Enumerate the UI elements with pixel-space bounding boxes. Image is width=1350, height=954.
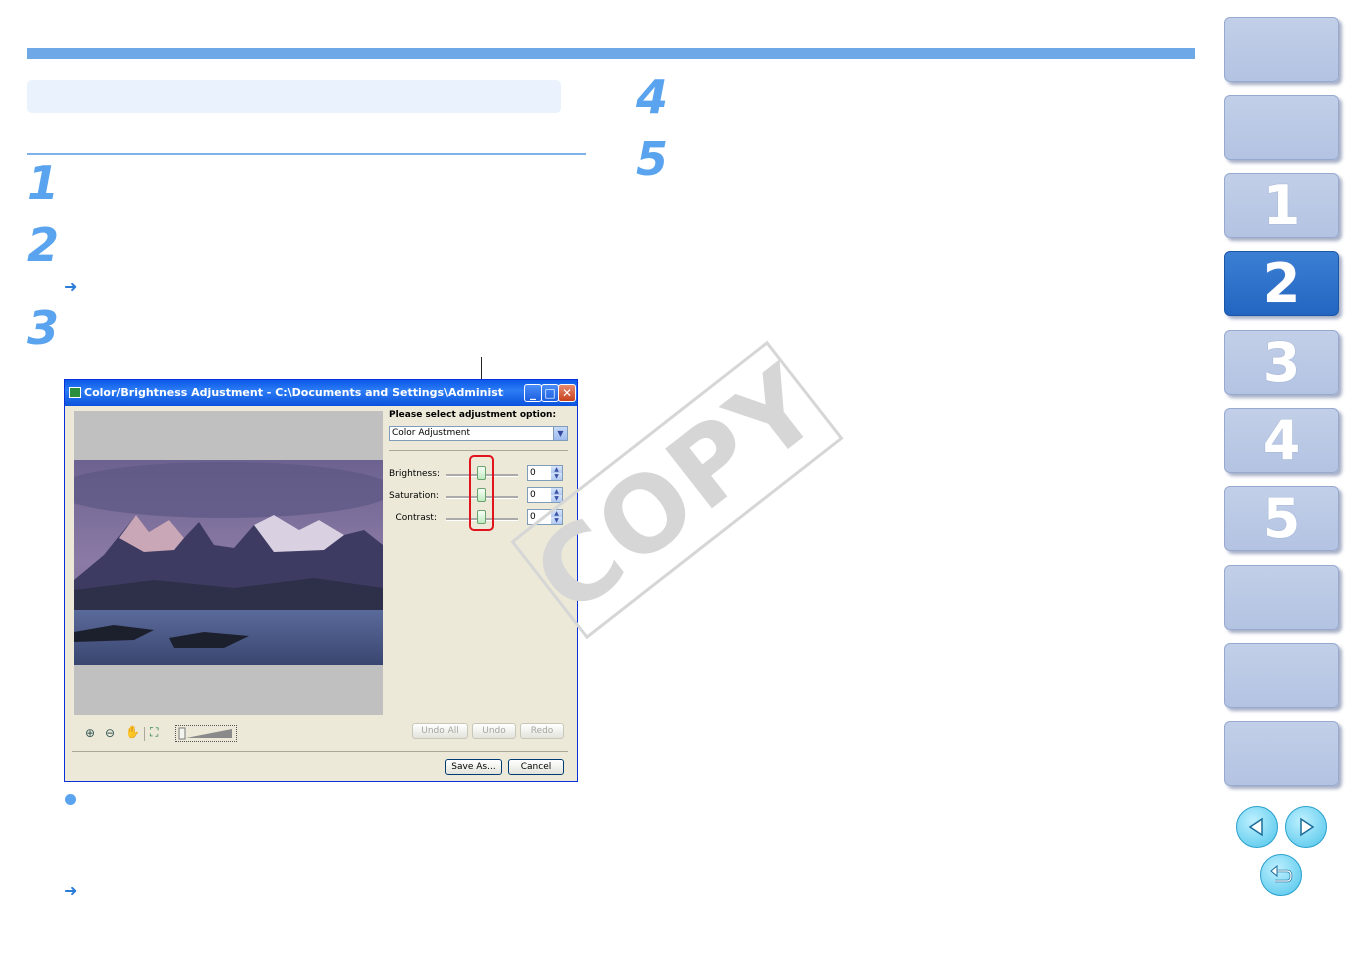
sidebar-tab-introduction[interactable] bbox=[1224, 95, 1339, 160]
zoom-slider[interactable] bbox=[175, 725, 237, 742]
toolbar-separator bbox=[144, 727, 145, 741]
result-arrow-icon: ➜ bbox=[64, 277, 78, 296]
sidebar-tab-5[interactable]: 5 bbox=[1224, 486, 1339, 551]
chevron-down-icon[interactable]: ▼ bbox=[553, 427, 567, 440]
step-1-number: 1 bbox=[27, 156, 60, 210]
minimize-button[interactable]: _ bbox=[524, 384, 542, 402]
contrast-value: 0 bbox=[530, 512, 536, 522]
sidebar-tab-2[interactable]: 2 bbox=[1224, 251, 1339, 316]
brightness-value: 0 bbox=[530, 468, 536, 478]
hand-pan-icon[interactable]: ✋ bbox=[125, 725, 140, 739]
zoom-ramp-icon bbox=[178, 727, 232, 740]
contrast-label: Contrast: bbox=[395, 513, 438, 523]
triangle-right-icon bbox=[1300, 817, 1315, 837]
sidebar-tab-contents[interactable] bbox=[1224, 17, 1339, 82]
save-as-button[interactable]: Save As... bbox=[445, 759, 502, 775]
color-brightness-dialog: Color/Brightness Adjustment - C:\Documen… bbox=[64, 379, 578, 782]
redo-button[interactable]: Redo bbox=[520, 723, 564, 739]
cancel-button[interactable]: Cancel bbox=[508, 759, 564, 775]
step-4-number: 4 bbox=[636, 70, 669, 124]
zoom-in-icon[interactable]: ⊕ bbox=[85, 726, 95, 740]
divider bbox=[72, 751, 568, 752]
adjustment-option-select[interactable]: Color Adjustment ▼ bbox=[389, 426, 568, 441]
slider-highlight-box bbox=[469, 455, 494, 531]
spin-down-icon[interactable]: ▼ bbox=[551, 473, 562, 480]
window-title: Color/Brightness Adjustment - C:\Documen… bbox=[84, 386, 504, 399]
preview-photo bbox=[74, 460, 383, 665]
result-arrow-icon: ➜ bbox=[64, 881, 78, 900]
zoom-out-icon[interactable]: ⊖ bbox=[105, 726, 115, 740]
sidebar-tab-index[interactable] bbox=[1224, 721, 1339, 786]
brightness-label: Brightness: bbox=[389, 469, 440, 479]
sidebar-tab-4[interactable]: 4 bbox=[1224, 408, 1339, 473]
triangle-left-icon bbox=[1248, 817, 1263, 837]
bullet-icon bbox=[65, 794, 76, 805]
select-value: Color Adjustment bbox=[392, 428, 471, 438]
app-icon bbox=[69, 387, 81, 398]
return-button[interactable] bbox=[1260, 854, 1302, 896]
divider bbox=[389, 450, 568, 451]
option-label: Please select adjustment option: bbox=[389, 410, 557, 420]
saturation-value: 0 bbox=[530, 490, 536, 500]
section-title-box bbox=[27, 80, 561, 113]
saturation-label: Saturation: bbox=[389, 491, 439, 501]
step-5-number: 5 bbox=[636, 132, 669, 186]
mountain-landscape-image bbox=[74, 460, 383, 665]
step-3-number: 3 bbox=[27, 301, 60, 355]
sidebar-tab-1[interactable]: 1 bbox=[1224, 173, 1339, 238]
section-divider bbox=[27, 153, 586, 155]
undo-all-button[interactable]: Undo All bbox=[412, 723, 468, 739]
header-bar bbox=[27, 48, 1195, 59]
next-page-button[interactable] bbox=[1285, 806, 1327, 848]
previous-page-button[interactable] bbox=[1236, 806, 1278, 848]
sidebar-tab-reference[interactable] bbox=[1224, 565, 1339, 630]
close-button[interactable]: ✕ bbox=[558, 384, 576, 402]
maximize-button[interactable]: □ bbox=[541, 384, 559, 402]
return-arrow-icon bbox=[1270, 865, 1293, 883]
fit-to-window-icon[interactable]: ⛶ bbox=[150, 725, 158, 740]
step-2-number: 2 bbox=[27, 218, 60, 272]
spin-up-icon[interactable]: ▲ bbox=[551, 466, 562, 473]
sidebar-tab-3[interactable]: 3 bbox=[1224, 330, 1339, 395]
title-bar[interactable]: Color/Brightness Adjustment - C:\Documen… bbox=[65, 380, 577, 406]
undo-button[interactable]: Undo bbox=[472, 723, 516, 739]
brightness-spinbox[interactable]: 0 ▲ ▼ bbox=[527, 465, 563, 481]
sidebar-tab-appendix[interactable] bbox=[1224, 643, 1339, 708]
saturation-spinbox[interactable]: 0 ▲ ▼ bbox=[527, 487, 563, 503]
spin-up-icon[interactable]: ▲ bbox=[551, 488, 562, 495]
